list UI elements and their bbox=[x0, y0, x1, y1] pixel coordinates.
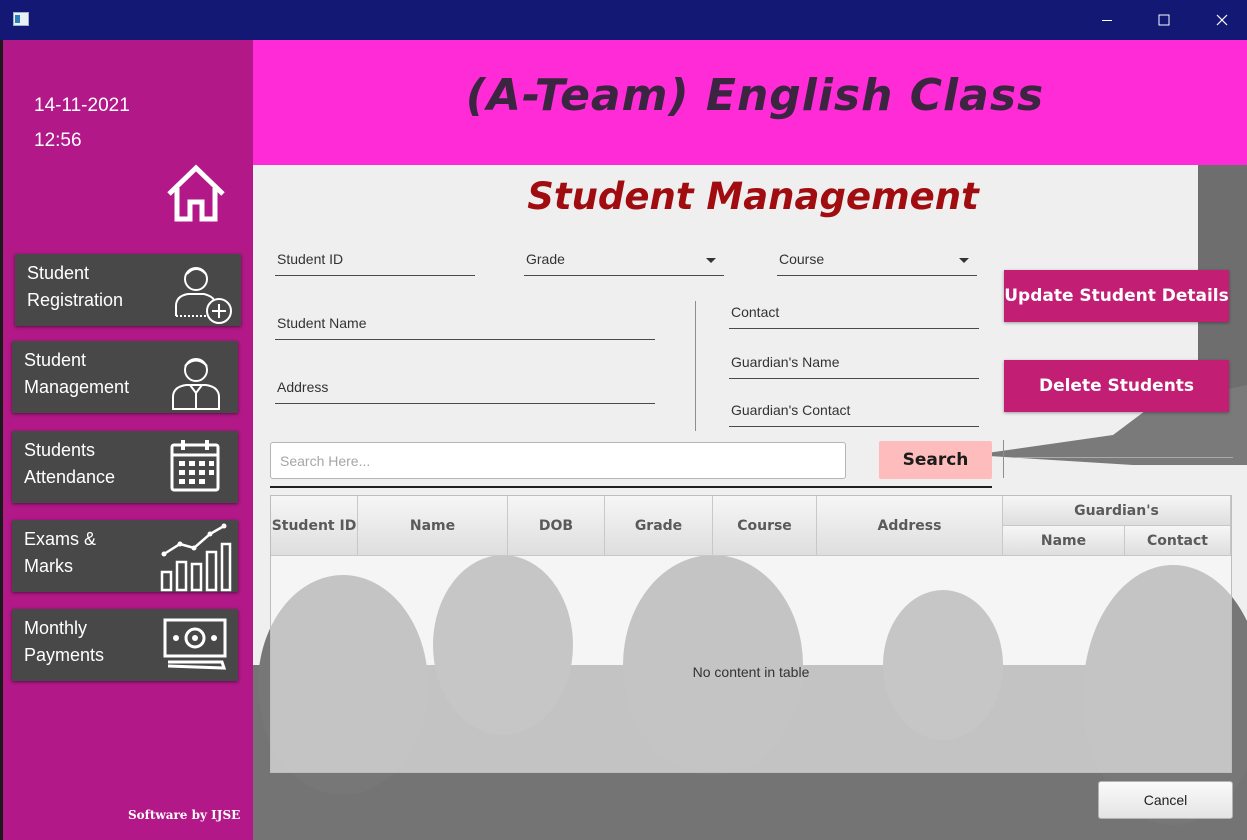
close-button[interactable] bbox=[1199, 0, 1245, 40]
search-button[interactable]: Search bbox=[879, 441, 992, 479]
form-divider bbox=[695, 301, 696, 431]
column-name[interactable]: Name bbox=[358, 496, 508, 556]
update-student-details-button[interactable]: Update Student Details bbox=[1004, 270, 1229, 322]
column-group-guardians: Guardian's bbox=[1003, 496, 1231, 526]
nav-exams-marks[interactable]: Exams & Marks bbox=[12, 520, 238, 592]
search-input[interactable]: Search Here... bbox=[270, 442, 846, 479]
close-icon bbox=[1216, 14, 1228, 26]
column-guardian-contact[interactable]: Contact bbox=[1125, 526, 1231, 556]
app-header: (A-Team) English Class bbox=[253, 40, 1247, 165]
column-dob[interactable]: DOB bbox=[508, 496, 605, 556]
address-field[interactable]: Address bbox=[275, 369, 655, 404]
nav-label: Student Registration bbox=[27, 263, 124, 310]
guardian-name-field[interactable]: Guardian's Name bbox=[729, 344, 979, 379]
guardian-name-placeholder: Guardian's Name bbox=[731, 354, 840, 370]
nav-student-registration[interactable]: Student Registration bbox=[15, 254, 241, 326]
course-select[interactable]: Course bbox=[777, 241, 977, 276]
minimize-button[interactable] bbox=[1084, 0, 1130, 40]
search-divider bbox=[1003, 440, 1004, 478]
contact-field[interactable]: Contact bbox=[729, 294, 979, 329]
address-placeholder: Address bbox=[277, 379, 329, 395]
search-placeholder: Search Here... bbox=[280, 453, 371, 469]
contact-placeholder: Contact bbox=[731, 304, 780, 320]
column-student-id[interactable]: Student ID bbox=[271, 496, 358, 556]
guardian-contact-field[interactable]: Guardian's Contact bbox=[729, 392, 979, 427]
home-icon[interactable] bbox=[165, 164, 227, 222]
software-credit: Software by IJSE bbox=[128, 808, 241, 822]
add-user-icon bbox=[175, 267, 232, 324]
delete-students-button[interactable]: Delete Students bbox=[1004, 360, 1229, 412]
maximize-button[interactable] bbox=[1141, 0, 1187, 40]
nav-student-management[interactable]: Student Management bbox=[12, 341, 238, 413]
growth-chart-icon bbox=[160, 523, 232, 592]
students-table[interactable]: Student ID Name DOB Grade Course Address… bbox=[270, 495, 1232, 773]
student-id-placeholder: Student ID bbox=[277, 251, 344, 267]
user-icon bbox=[172, 358, 220, 410]
nav-label: Exams & Marks bbox=[24, 529, 97, 576]
cancel-button[interactable]: Cancel bbox=[1098, 781, 1233, 819]
minimize-icon bbox=[1102, 20, 1112, 21]
course-placeholder: Course bbox=[779, 251, 825, 267]
page-title: Student Management bbox=[527, 175, 979, 218]
student-id-field[interactable]: Student ID bbox=[275, 241, 475, 276]
nav-monthly-payments[interactable]: Monthly Payments bbox=[12, 609, 238, 681]
calendar-icon bbox=[170, 440, 220, 492]
column-course[interactable]: Course bbox=[713, 496, 817, 556]
column-grade[interactable]: Grade bbox=[605, 496, 713, 556]
current-date: 14-11-2021 bbox=[34, 95, 130, 116]
app-window-icon bbox=[13, 12, 29, 26]
window-titlebar bbox=[0, 0, 1247, 40]
nav-label: Monthly Payments bbox=[24, 618, 105, 665]
column-guardian-name[interactable]: Name bbox=[1003, 526, 1125, 556]
search-side-line bbox=[1013, 457, 1233, 458]
grade-placeholder: Grade bbox=[526, 251, 565, 267]
current-time: 12:56 bbox=[34, 130, 82, 151]
search-underline bbox=[270, 486, 992, 488]
maximize-icon bbox=[1158, 14, 1170, 26]
guardian-contact-placeholder: Guardian's Contact bbox=[731, 402, 851, 418]
app-title: (A-Team) English Class bbox=[465, 70, 1045, 121]
money-icon bbox=[163, 618, 227, 670]
chevron-down-icon bbox=[959, 258, 969, 263]
chevron-down-icon bbox=[706, 258, 716, 263]
nav-students-attendance[interactable]: Students Attendance bbox=[12, 431, 238, 503]
column-address[interactable]: Address bbox=[817, 496, 1003, 556]
main-content: Student Management Student ID Grade Cour… bbox=[253, 165, 1247, 840]
grade-select[interactable]: Grade bbox=[524, 241, 724, 276]
nav-label: Students Attendance bbox=[24, 440, 116, 487]
student-name-placeholder: Student Name bbox=[277, 315, 367, 331]
sidebar: 14-11-2021 12:56 Student Registration Stu… bbox=[3, 40, 253, 840]
table-empty-message: No content in table bbox=[692, 664, 810, 680]
nav-label: Student Management bbox=[24, 350, 130, 397]
student-name-field[interactable]: Student Name bbox=[275, 305, 655, 340]
